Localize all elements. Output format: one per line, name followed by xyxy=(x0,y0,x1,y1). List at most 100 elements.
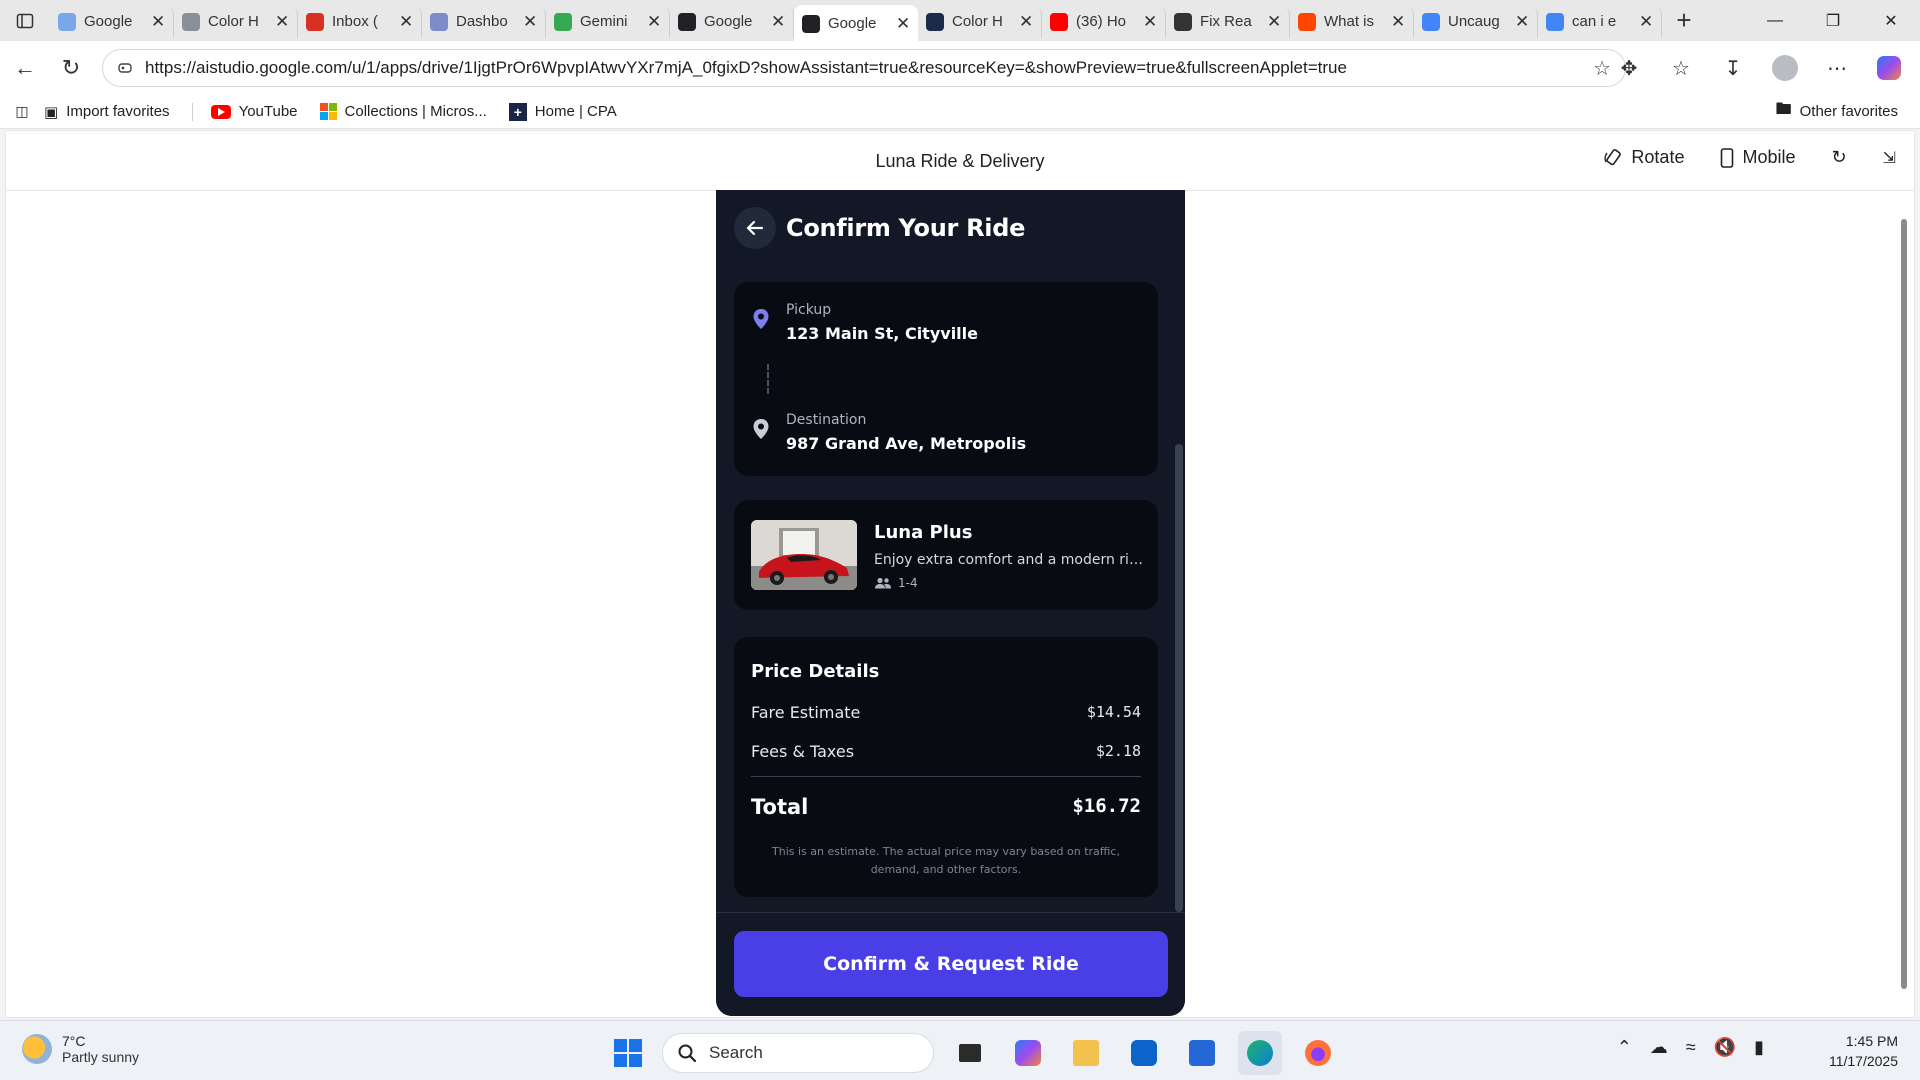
destination-pin-icon xyxy=(753,419,769,439)
copilot-taskbar-icon[interactable] xyxy=(1006,1031,1050,1075)
back-button[interactable]: ← xyxy=(2,48,48,88)
google-icon xyxy=(1422,12,1440,31)
collapse-favorites-icon[interactable]: ◫ xyxy=(0,103,44,120)
firefox-icon[interactable] xyxy=(1296,1031,1340,1075)
rotate-button[interactable]: Rotate xyxy=(1603,147,1684,168)
url-text[interactable]: https://aistudio.google.com/u/1/apps/dri… xyxy=(145,58,1593,78)
downloads-icon[interactable]: ↧ xyxy=(1710,48,1756,88)
clock-date: 11/17/2025 xyxy=(1828,1053,1898,1069)
start-button[interactable] xyxy=(608,1033,648,1073)
close-tab-icon[interactable]: ✕ xyxy=(151,12,165,32)
cpa-icon: + xyxy=(508,102,527,121)
people-icon xyxy=(875,577,891,589)
browser-tab[interactable]: Gemini ✕ xyxy=(546,5,670,38)
browser-toolbar: ← ↻ https://aistudio.google.com/u/1/apps… xyxy=(0,41,1920,95)
total-value: $16.72 xyxy=(1072,795,1141,817)
close-tab-icon[interactable]: ✕ xyxy=(647,12,661,32)
minimize-button[interactable]: — xyxy=(1746,0,1804,41)
browser-tab[interactable]: Color H ✕ xyxy=(174,5,298,38)
onedrive-icon[interactable]: ☁ xyxy=(1650,1037,1668,1058)
google-doc-icon xyxy=(58,12,76,31)
close-window-button[interactable]: ✕ xyxy=(1862,0,1920,41)
edge-icon[interactable] xyxy=(1238,1031,1282,1075)
browser-tab[interactable]: Color H ✕ xyxy=(918,5,1042,38)
browser-tab[interactable]: Google ✕ xyxy=(670,5,794,38)
fees-taxes-value: $2.18 xyxy=(1095,742,1141,760)
other-favorites[interactable]: 🖿 Other favorites xyxy=(1776,98,1898,125)
browser-tab[interactable]: Google ✕ xyxy=(794,4,918,43)
back-arrow-button[interactable] xyxy=(734,207,776,249)
favorite-youtube[interactable]: YouTube xyxy=(210,103,298,120)
screen-scrollbar[interactable] xyxy=(1175,444,1183,912)
site-info-icon[interactable] xyxy=(117,60,133,76)
reddit-icon xyxy=(1298,12,1316,31)
close-tab-icon[interactable]: ✕ xyxy=(399,12,413,32)
refresh-button[interactable]: ↻ xyxy=(1832,147,1847,168)
volume-muted-icon[interactable]: 🔇 xyxy=(1714,1037,1736,1058)
new-tab-button[interactable]: + xyxy=(1662,5,1706,37)
close-tab-icon[interactable]: ✕ xyxy=(1143,12,1157,32)
close-tab-icon[interactable]: ✕ xyxy=(896,14,910,34)
page-scrollbar[interactable] xyxy=(1898,193,1910,1013)
browser-tab[interactable]: (36) Ho ✕ xyxy=(1042,5,1166,38)
favorite-label: Home | CPA xyxy=(534,103,617,120)
wifi-icon[interactable]: ≈ xyxy=(1686,1037,1696,1058)
restore-button[interactable]: ❐ xyxy=(1804,0,1862,41)
exit-fullscreen-icon[interactable]: ⇲ xyxy=(1883,148,1896,168)
close-tab-icon[interactable]: ✕ xyxy=(1391,12,1405,32)
weather-condition: Partly sunny xyxy=(62,1049,140,1065)
confirm-request-ride-button[interactable]: Confirm & Request Ride xyxy=(734,931,1168,997)
browser-tab[interactable]: Uncaug ✕ xyxy=(1414,5,1538,38)
taskbar-search[interactable]: Search xyxy=(662,1033,934,1073)
price-details-card: Price Details Fare Estimate $14.54 Fees … xyxy=(734,637,1158,897)
destination-location[interactable]: Destination 987 Grand Ave, Metropolis xyxy=(752,412,1026,453)
profile-avatar[interactable] xyxy=(1762,48,1808,88)
task-view-icon[interactable] xyxy=(948,1031,992,1075)
youtube-icon xyxy=(1050,12,1068,31)
fare-estimate-value: $14.54 xyxy=(1086,703,1141,721)
route-card: Pickup 123 Main St, Cityville Destinatio… xyxy=(734,282,1158,476)
browser-tab[interactable]: can i e ✕ xyxy=(1538,5,1662,38)
outlook-icon[interactable] xyxy=(1122,1031,1166,1075)
close-tab-icon[interactable]: ✕ xyxy=(1267,12,1281,32)
mobile-label: Mobile xyxy=(1742,147,1796,167)
microsoft-store-icon[interactable] xyxy=(1180,1031,1224,1075)
favorite-cpa[interactable]: + Home | CPA xyxy=(508,102,617,121)
address-bar[interactable]: https://aistudio.google.com/u/1/apps/dri… xyxy=(102,49,1626,87)
pickup-location[interactable]: Pickup 123 Main St, Cityville xyxy=(752,302,978,343)
clock[interactable]: 1:45 PM 11/17/2025 xyxy=(1829,1031,1898,1071)
aistudio-icon xyxy=(802,14,820,33)
favorite-import[interactable]: ▣ Import favorites xyxy=(44,103,170,121)
browser-tab[interactable]: What is ✕ xyxy=(1290,5,1414,38)
capacity-text: 1-4 xyxy=(898,576,918,590)
close-tab-icon[interactable]: ✕ xyxy=(523,12,537,32)
weather-widget[interactable]: 7°C Partly sunny xyxy=(22,1033,139,1065)
favorite-collections[interactable]: Collections | Micros... xyxy=(319,103,487,120)
pickup-label: Pickup xyxy=(786,302,832,318)
phone-icon xyxy=(1721,147,1734,168)
file-explorer-icon[interactable] xyxy=(1064,1031,1108,1075)
browser-tab[interactable]: Inbox (✕ xyxy=(298,5,422,38)
close-tab-icon[interactable]: ✕ xyxy=(1515,12,1529,32)
more-menu-icon[interactable]: ⋯ xyxy=(1814,48,1860,88)
copilot-icon[interactable] xyxy=(1866,48,1912,88)
browser-tab[interactable]: Fix Rea ✕ xyxy=(1166,5,1290,38)
tab-actions-button[interactable] xyxy=(0,0,50,41)
destination-label: Destination xyxy=(786,412,867,428)
browser-tab[interactable]: Google ✕ xyxy=(50,5,174,38)
aistudio-icon xyxy=(678,12,696,31)
extensions-icon[interactable]: ✥ xyxy=(1606,48,1652,88)
reload-button[interactable]: ↻ xyxy=(48,48,94,88)
battery-icon[interactable]: ▮ xyxy=(1754,1037,1764,1058)
mobile-button[interactable]: Mobile xyxy=(1720,147,1796,168)
folder-icon: 🖿 xyxy=(1775,101,1792,118)
chevron-up-icon[interactable]: ⌃ xyxy=(1617,1037,1632,1058)
close-tab-icon[interactable]: ✕ xyxy=(771,12,785,32)
close-tab-icon[interactable]: ✕ xyxy=(1019,12,1033,32)
ride-option-card[interactable]: Luna Plus Enjoy extra comfort and a mode… xyxy=(734,500,1158,610)
favorites-icon[interactable]: ☆ xyxy=(1658,48,1704,88)
close-tab-icon[interactable]: ✕ xyxy=(1639,12,1653,32)
browser-tab[interactable]: Dashbo ✕ xyxy=(422,5,546,38)
close-tab-icon[interactable]: ✕ xyxy=(275,12,289,32)
scrollbar-thumb[interactable] xyxy=(1901,219,1907,989)
